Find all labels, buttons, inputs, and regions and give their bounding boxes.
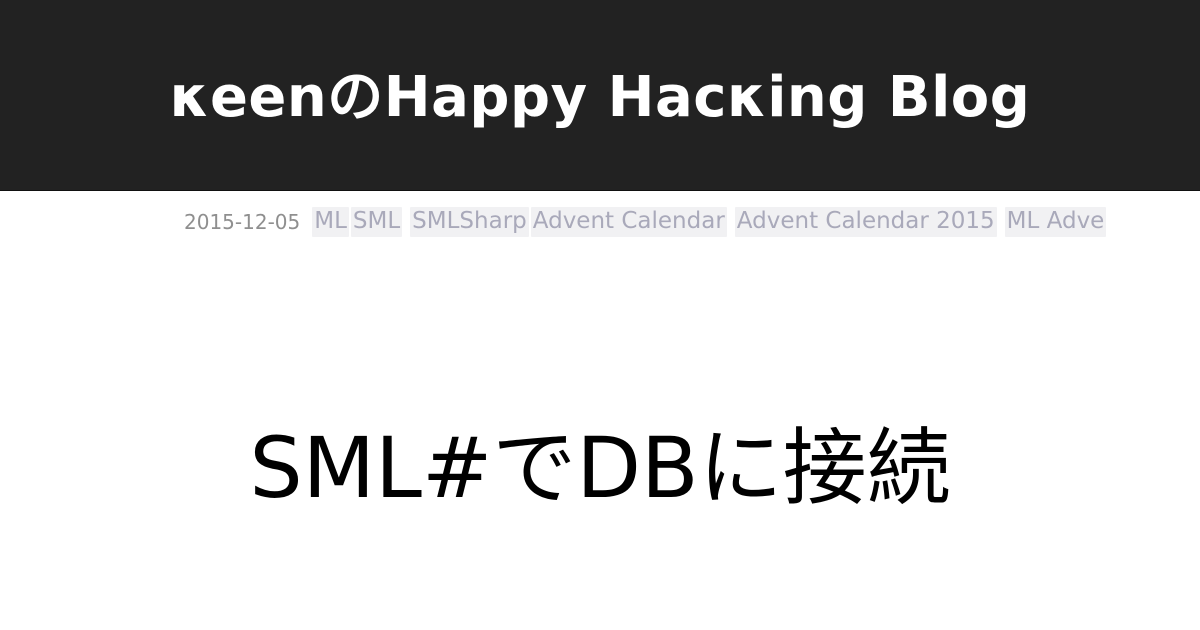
tag-smlsharp[interactable]: SMLSharp [410, 207, 529, 237]
tag-sml[interactable]: SML [350, 207, 403, 237]
tag-ml[interactable]: ML [312, 207, 349, 237]
post-meta: 2015-12-05 ML SML SMLSharp Advent Calend… [184, 204, 1200, 240]
blog-header: κeenのHappy Hacκing Blog [0, 0, 1200, 191]
og-card: κeenのHappy Hacκing Blog 2015-12-05 ML SM… [0, 0, 1200, 630]
post-date: 2015-12-05 [184, 210, 301, 234]
tag-advent-calendar-2015[interactable]: Advent Calendar 2015 [734, 207, 997, 237]
tag-ml-advent-calendar[interactable]: ML Adve [1004, 207, 1107, 237]
tag-advent-calendar[interactable]: Advent Calendar [530, 207, 727, 237]
blog-title[interactable]: κeenのHappy Hacκing Blog [170, 70, 1031, 126]
post-title: SML#でDBに接続 [249, 419, 951, 518]
